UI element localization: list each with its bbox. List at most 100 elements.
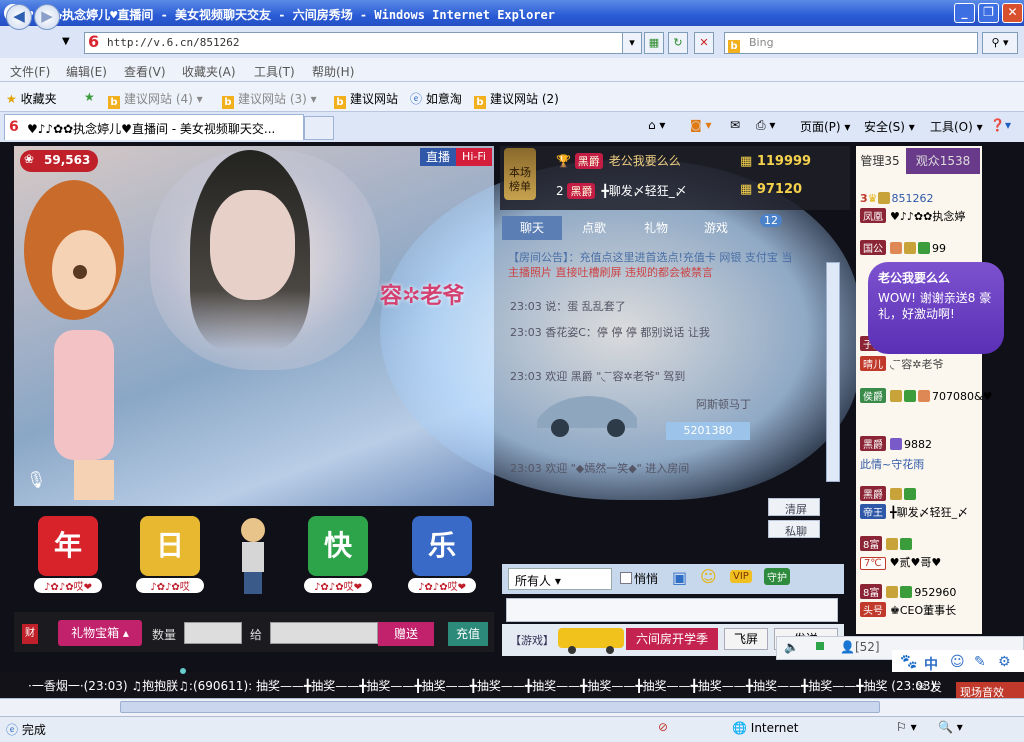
search-button[interactable]: ⚲ ▾ xyxy=(982,32,1018,54)
tab-current[interactable]: ♥♪♪✿✿执念婷儿♥直播间 - 美女视频聊天交... xyxy=(4,114,304,140)
popup-blocked-icon[interactable]: ⊘ xyxy=(658,720,668,734)
user-row[interactable]: 帝王 ╋聊发〆轻狂_〆 xyxy=(860,504,968,520)
guard-icon[interactable]: 守护 xyxy=(764,568,790,585)
feeds-icon[interactable]: ◙ ▾ xyxy=(690,118,711,132)
microphone-icon[interactable]: 🎙 xyxy=(26,470,46,489)
settings-icon[interactable]: ⚙ xyxy=(998,654,1011,670)
tab-admins[interactable]: 管理35 xyxy=(856,148,904,174)
user-row[interactable]: 头号 ♚CEO董事长 xyxy=(860,602,956,618)
gift-box-button[interactable]: 礼物宝箱 ▴ xyxy=(58,620,142,646)
recharge-button[interactable]: 充值 xyxy=(448,622,488,646)
gift-recipient-input[interactable] xyxy=(270,622,378,644)
print-icon[interactable]: ⎙ ▾ xyxy=(756,118,775,133)
compat-view-icon[interactable]: ▦ xyxy=(644,32,664,54)
menu-view[interactable]: 查看(V) xyxy=(124,63,166,80)
user-row[interactable]: 此情~守花雨 xyxy=(860,456,924,472)
back-button[interactable]: ◀ xyxy=(6,4,32,30)
fav-suggested-1[interactable]: b 建议网站 (4) ▾ xyxy=(108,90,203,109)
user-row[interactable]: 国公 99 xyxy=(860,240,946,255)
fav-ruyitao[interactable]: ⓔ 如意淘 xyxy=(410,90,462,107)
user-row[interactable]: 8富 xyxy=(860,536,914,551)
chat-scrollbar[interactable] xyxy=(826,262,840,482)
tab-song[interactable]: 点歌 xyxy=(564,216,624,240)
gift-car-name: 阿斯顿马丁 xyxy=(696,398,751,411)
gift-item[interactable]: 年 ♪✿♪✿哎❤ xyxy=(20,516,116,600)
new-tab-button[interactable] xyxy=(304,116,334,140)
pen-icon[interactable]: ✎ xyxy=(974,654,986,670)
menu-tools[interactable]: 工具(T) xyxy=(254,63,295,80)
address-field[interactable]: http://v.6.cn/851262 xyxy=(84,32,636,54)
user-row[interactable]: 黑爵 xyxy=(860,486,918,501)
fav-suggested-2[interactable]: b 建议网站 (3) ▾ xyxy=(222,90,317,109)
user-row[interactable]: 7℃ ♥贰♥哥♥ xyxy=(860,554,941,570)
gift-item[interactable]: 乐 ♪✿♪✿哎❤ xyxy=(394,516,490,600)
history-dropdown-icon[interactable]: ▼ xyxy=(62,36,70,47)
smile-icon[interactable]: ☺ xyxy=(950,654,965,670)
tab-chat[interactable]: 聊天 xyxy=(502,216,562,240)
fly-screen-button[interactable]: 飞屏 xyxy=(724,628,768,650)
paw-icon[interactable]: 🐾 xyxy=(900,654,917,670)
tab-game[interactable]: 游戏 xyxy=(686,216,746,240)
restore-button[interactable]: ❐ xyxy=(978,3,999,23)
vip-icon[interactable]: VIP xyxy=(730,570,752,583)
zoom-control[interactable]: 🔍 ▾ xyxy=(938,720,963,734)
menu-help[interactable]: 帮助(H) xyxy=(312,63,354,80)
minimize-button[interactable]: _ xyxy=(954,3,975,23)
image-icon[interactable]: ▣ xyxy=(672,568,687,587)
security-zone[interactable]: 🌐 Internet xyxy=(732,721,798,735)
private-chat-button[interactable]: 私聊 xyxy=(768,520,820,538)
room-announcement: 【房间公告】：充值点这里进首选点!充值卡 网银 支付宝 当主播照片 直接吐槽刷屏… xyxy=(508,251,793,279)
tools-menu[interactable]: 工具(O) ▾ xyxy=(930,118,983,135)
gift-item[interactable]: 快 ♪✿♪✿哎❤ xyxy=(290,516,386,600)
mail-icon[interactable]: ✉ xyxy=(730,118,740,132)
recipient-select[interactable]: 所有人 ▾ xyxy=(508,568,612,590)
ranking-row[interactable]: 2 黑爵 ╋聊发〆轻狂_〆 xyxy=(556,182,687,199)
home-icon[interactable]: ⌂ ▾ xyxy=(648,118,665,132)
favorites-button[interactable]: ★ 收藏夹 xyxy=(6,90,57,107)
user-row[interactable]: 8富 952960 xyxy=(860,584,956,599)
whisper-checkbox[interactable] xyxy=(620,572,632,584)
menu-file[interactable]: 文件(F) xyxy=(10,63,50,80)
safety-menu[interactable]: 安全(S) ▾ xyxy=(864,118,915,135)
search-input[interactable]: Bing xyxy=(724,32,978,54)
fav-suggested-4[interactable]: b 建议网站 (2) xyxy=(474,90,559,109)
ime-chinese-icon[interactable]: 中 xyxy=(924,654,938,674)
wealth-icon[interactable]: 财 xyxy=(22,624,38,644)
horizontal-scrollbar[interactable] xyxy=(0,698,1024,716)
page-menu[interactable]: 页面(P) ▾ xyxy=(800,118,850,135)
tab-gift[interactable]: 礼物 xyxy=(626,216,686,240)
promo-banner[interactable]: 六间房开学季 xyxy=(626,628,718,650)
stop-icon[interactable]: ✕ xyxy=(694,32,714,54)
send-shortcut[interactable]: ✉ 发 xyxy=(916,678,942,695)
user-row[interactable]: 侯爵 707080&♥ xyxy=(860,388,992,403)
status-dot-icon xyxy=(816,642,824,650)
give-gift-button[interactable]: 赠送 xyxy=(378,622,434,646)
ranking-row[interactable]: 🏆 黑爵 老公我要么么 xyxy=(556,152,681,169)
menu-edit[interactable]: 编辑(E) xyxy=(66,63,107,80)
gift-item[interactable]: 日 ♪✿♪✿哎 xyxy=(122,516,218,600)
forward-button[interactable]: ▶ xyxy=(34,4,60,30)
tab-favicon-icon: 6 xyxy=(9,119,19,135)
add-favorite-icon[interactable]: ★ xyxy=(84,90,95,104)
user-row[interactable]: 晴儿 ◟ ̄ ̄容✲老爷 xyxy=(860,356,943,372)
menu-favorites[interactable]: 收藏夹(A) xyxy=(182,63,236,80)
fav-suggested-3[interactable]: b 建议网站 xyxy=(334,90,398,109)
bing-icon: b xyxy=(728,36,744,53)
user-row[interactable]: 黑爵 9882 xyxy=(860,436,932,451)
close-button[interactable]: ✕ xyxy=(1002,3,1023,23)
tab-audience[interactable]: 观众1538 xyxy=(906,148,980,174)
user-row[interactable]: 3♛ 851262 xyxy=(860,192,934,205)
help-icon[interactable]: ❓▾ xyxy=(990,118,1011,132)
user-row[interactable]: 凤凰 ♥♪♪✿✿执念婷 xyxy=(860,208,965,224)
ranking-badge[interactable]: 本场 榜单 xyxy=(504,148,536,200)
clear-screen-button[interactable]: 清屏 xyxy=(768,498,820,516)
refresh-icon[interactable]: ↻ xyxy=(668,32,688,54)
emoji-icon[interactable]: ☺ xyxy=(700,567,717,586)
address-dropdown-icon[interactable]: ▾ xyxy=(622,32,642,54)
quantity-input[interactable] xyxy=(184,622,242,644)
hifi-tag[interactable]: Hi-Fi xyxy=(456,148,492,166)
chat-message: 23:03 说：蛋 乱乱套了 xyxy=(510,300,626,313)
chat-input[interactable] xyxy=(506,598,838,622)
protected-mode-icon[interactable]: ⚐ ▾ xyxy=(896,720,917,734)
speaker-icon[interactable]: 🔈 xyxy=(784,640,799,654)
